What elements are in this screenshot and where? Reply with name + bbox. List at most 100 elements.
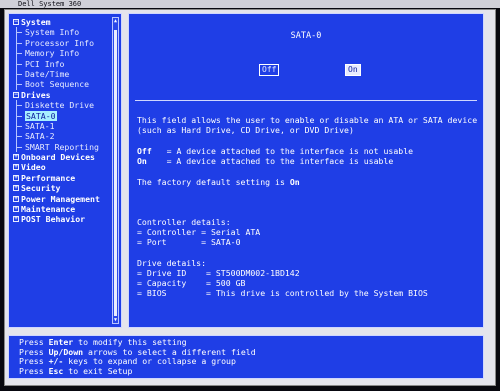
tree-item-label: SMART Reporting: [25, 141, 99, 152]
option-on-button[interactable]: On: [345, 64, 361, 76]
tree-item-label: SATA-0: [25, 110, 57, 121]
tree-scrollbar[interactable]: ▲ ▼: [112, 17, 119, 324]
tree-item[interactable]: SATA-0: [13, 110, 111, 121]
tree-connector: [16, 53, 22, 55]
footer-text: Press: [19, 337, 49, 347]
footer-text: Press: [19, 356, 49, 366]
footer-key: Esc: [48, 365, 64, 376]
tree-item-label: System: [21, 17, 51, 27]
help-text-line: (such as Hard Drive, CD Drive, or DVD Dr…: [137, 125, 354, 135]
help-text-line: This field allows the user to enable or …: [137, 115, 478, 125]
default-value: On: [289, 177, 300, 187]
tree-item-label: Security: [21, 183, 61, 194]
expand-icon[interactable]: +: [13, 206, 19, 213]
tree-group[interactable]: + POST Behavior: [13, 214, 111, 224]
tree-item-label: Performance: [21, 172, 76, 183]
tree-group[interactable]: − System: [13, 17, 111, 27]
setting-detail-panel: SATA-0 Off On This field allows the user…: [128, 13, 484, 328]
scroll-down-arrow-icon[interactable]: ▼: [113, 317, 118, 323]
tree-item[interactable]: SMART Reporting: [13, 141, 111, 153]
expand-icon[interactable]: +: [13, 185, 19, 192]
tree-item[interactable]: SATA-1: [13, 120, 111, 132]
collapse-icon[interactable]: −: [13, 19, 19, 25]
expand-icon[interactable]: +: [13, 195, 19, 202]
option-off-button[interactable]: Off: [259, 64, 280, 76]
tree-item-label: SATA-2: [25, 131, 55, 142]
footer-key: Enter: [48, 337, 74, 347]
expand-icon[interactable]: +: [13, 216, 19, 223]
settings-tree: − System System Info Processor Info Memory I…: [13, 17, 111, 225]
tree-connector: [16, 73, 22, 75]
tree-item[interactable]: Diskette Drive: [13, 100, 111, 111]
help-footer: Press Enter to modify this setting Press…: [8, 335, 484, 379]
tree-item[interactable]: System Info: [13, 27, 111, 38]
tree-connector: [16, 63, 22, 65]
window-title: Dell System 360: [0, 0, 500, 8]
off-key: Off: [137, 146, 152, 156]
tree-group[interactable]: + Power Management: [13, 194, 111, 204]
controller-header: Controller details:: [137, 217, 231, 227]
tree-group[interactable]: + Security: [13, 183, 111, 193]
tree-item-label: Date/Time: [25, 68, 70, 79]
tree-item-label: SATA-1: [25, 120, 55, 131]
footer-text: keys to expand or collapse a group: [63, 356, 236, 366]
tree-item-label: Memory Info: [25, 48, 80, 59]
tree-connector: [16, 105, 22, 107]
off-desc: = A device attached to the interface is …: [151, 146, 414, 156]
tree-item-label: PCI Info: [25, 58, 65, 69]
tree-item[interactable]: Memory Info: [13, 48, 111, 59]
footer-text: to modify this setting: [73, 337, 187, 347]
port-line: = Port = SATA-0: [137, 237, 241, 247]
tree-connector: [16, 84, 22, 86]
tree-item-label: Boot Sequence: [25, 79, 90, 90]
tree-item-label: Maintenance: [21, 204, 76, 215]
tree-item[interactable]: Boot Sequence: [13, 79, 111, 90]
expand-icon[interactable]: +: [13, 174, 19, 181]
tree-group[interactable]: + Onboard Devices: [13, 152, 111, 162]
footer-text: to exit Setup: [63, 365, 133, 376]
tree-connector: [16, 125, 22, 127]
drive-header: Drive details:: [137, 258, 207, 268]
tree-item[interactable]: SATA-2: [13, 131, 111, 142]
controller-line: = Controller = Serial ATA: [137, 227, 261, 237]
divider: [135, 100, 477, 101]
off-description: Off = A device attached to the interface…: [137, 146, 413, 156]
tree-item-label: Processor Info: [25, 37, 95, 48]
bios-line: = BIOS = This drive is controlled by the…: [137, 288, 428, 298]
tree-item-label: Power Management: [21, 193, 100, 204]
tree-group[interactable]: + Video: [13, 162, 111, 172]
scroll-thumb[interactable]: [114, 30, 117, 316]
default-setting: The factory default setting is On: [137, 177, 300, 187]
tree-group[interactable]: + Maintenance: [13, 204, 111, 214]
scroll-up-arrow-icon[interactable]: ▲: [113, 18, 118, 24]
on-key: On: [137, 156, 147, 166]
tree-item[interactable]: PCI Info: [13, 58, 111, 69]
collapse-icon[interactable]: −: [13, 91, 19, 98]
expand-icon[interactable]: +: [13, 154, 19, 161]
tree-group[interactable]: + Performance: [13, 173, 111, 183]
tree-item-label: Diskette Drive: [25, 100, 95, 111]
tree-item-label: System Info: [25, 27, 80, 38]
footer-key: Up/Down: [48, 346, 84, 357]
expand-icon[interactable]: +: [13, 164, 19, 171]
tree-connector: [16, 146, 22, 148]
drive-id-line: = Drive ID = ST500DM002-1BD142: [137, 268, 300, 278]
tree-group[interactable]: − Drives: [13, 90, 111, 100]
tree-item-label: Video: [21, 162, 46, 173]
footer-key: +/-: [48, 356, 64, 366]
footer-text: arrows to select a different field: [83, 346, 256, 357]
settings-tree-panel: − System System Info Processor Info Memory I…: [8, 13, 122, 328]
field-title: SATA-0: [290, 31, 322, 41]
tree-connector: [16, 136, 22, 138]
tree-item[interactable]: Date/Time: [13, 68, 111, 80]
tree-item-label: Drives: [21, 89, 51, 100]
on-description: On = A device attached to the interface …: [137, 156, 393, 166]
tree-connector: [16, 42, 22, 44]
tree-item-label: Onboard Devices: [21, 152, 95, 163]
footer-text: Press: [19, 346, 49, 357]
tree-item-label: POST Behavior: [21, 214, 86, 225]
tree-connector: [16, 115, 22, 117]
on-desc: = A device attached to the interface is …: [146, 156, 394, 166]
tree-item[interactable]: Processor Info: [13, 37, 111, 49]
capacity-line: = Capacity = 500 GB: [137, 278, 246, 288]
